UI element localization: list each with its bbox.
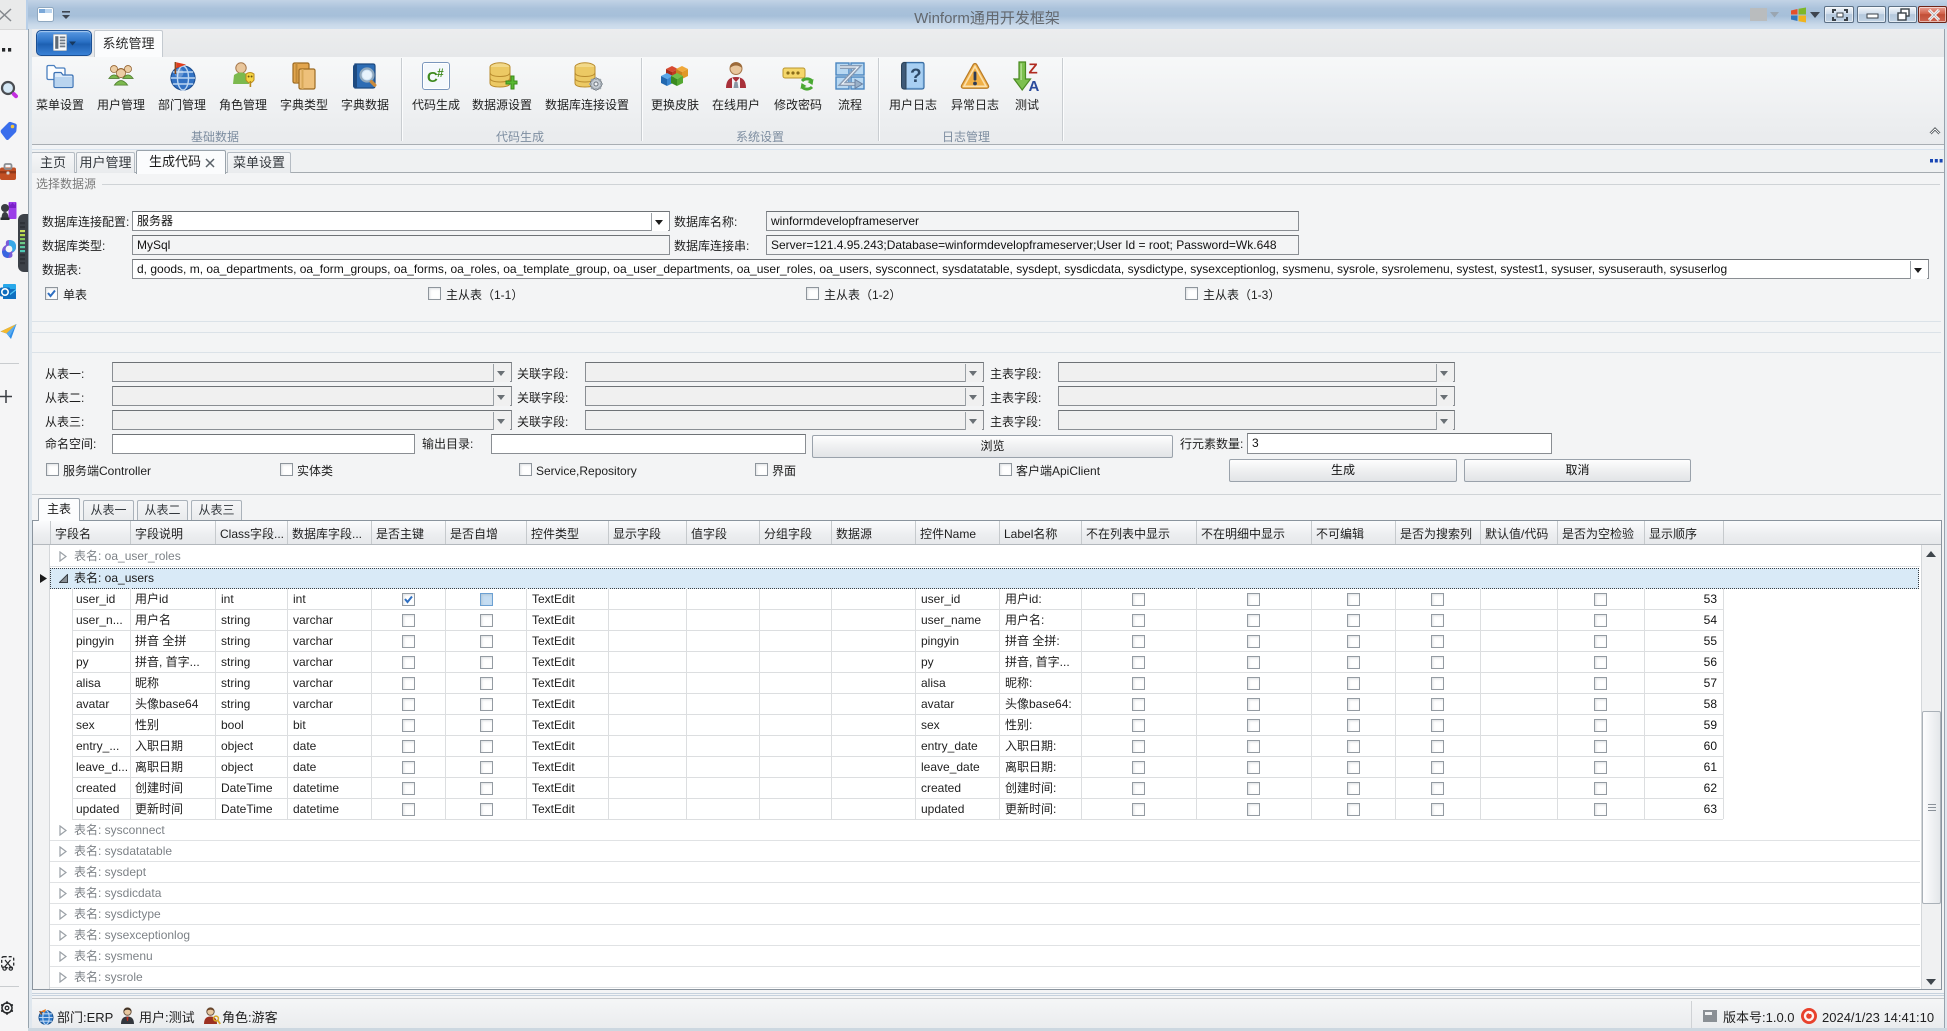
svg-text:A: A	[1029, 78, 1040, 92]
svg-text:?: ?	[910, 66, 922, 87]
svg-text:Z: Z	[1029, 61, 1038, 78]
svg-text:#: #	[437, 66, 444, 80]
